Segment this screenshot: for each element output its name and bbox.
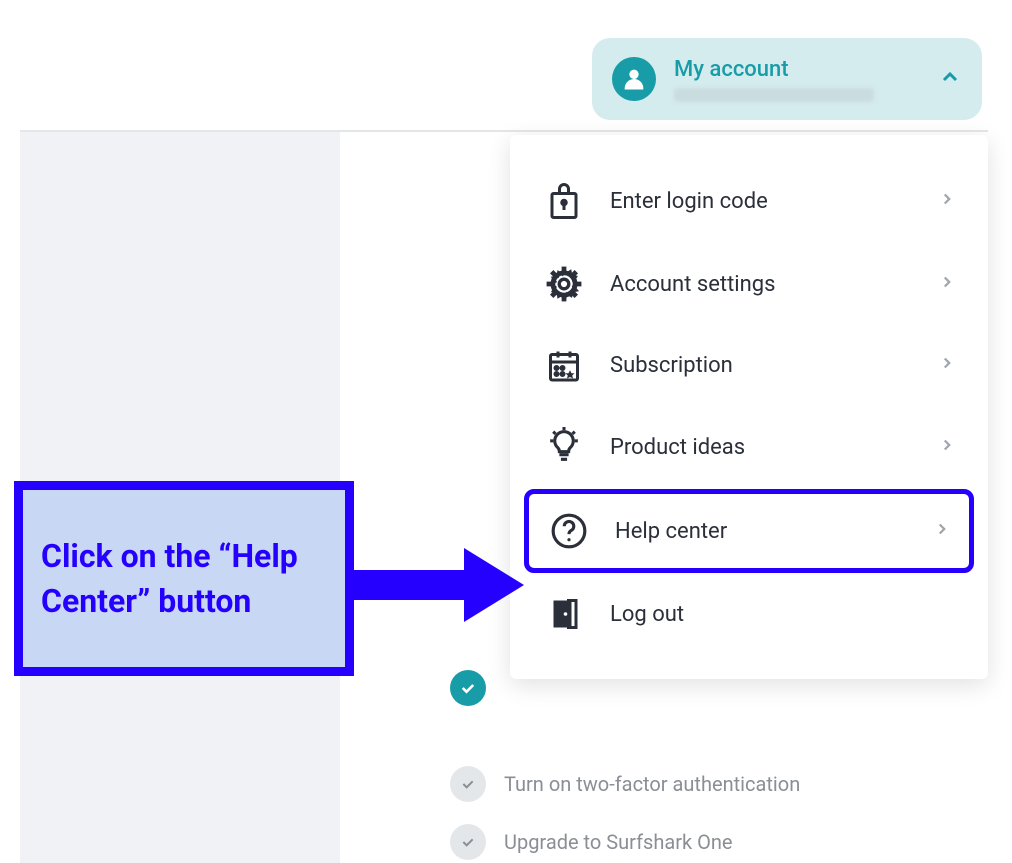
chevron-up-icon — [938, 65, 962, 93]
my-account-button[interactable]: My account — [592, 38, 982, 120]
account-title: My account — [674, 57, 938, 82]
instruction-callout: Click on the “Help Center” button — [14, 481, 354, 676]
checklist-label: Upgrade to Surfshark One — [504, 830, 733, 854]
check-todo-icon — [450, 824, 486, 860]
menu-item-help-center[interactable]: Help center — [524, 489, 974, 573]
menu-item-enter-login-code[interactable]: Enter login code — [510, 159, 988, 243]
checklist-item-done — [450, 670, 504, 706]
callout-text: Click on the “Help Center” button — [41, 534, 327, 624]
chevron-right-icon — [938, 273, 956, 295]
menu-item-product-ideas[interactable]: Product ideas — [510, 405, 988, 489]
checklist-item-twofactor[interactable]: Turn on two-factor authentication — [450, 766, 800, 802]
question-icon — [547, 512, 591, 550]
checklist-item-upgrade[interactable]: Upgrade to Surfshark One — [450, 824, 733, 860]
check-todo-icon — [450, 766, 486, 802]
menu-label: Enter login code — [610, 189, 938, 214]
menu-item-log-out[interactable]: Log out — [510, 573, 988, 655]
menu-label: Subscription — [610, 353, 938, 378]
account-text-block: My account — [674, 57, 938, 102]
chevron-right-icon — [938, 436, 956, 458]
chevron-right-icon — [933, 520, 951, 542]
menu-label: Log out — [610, 602, 956, 627]
chevron-right-icon — [938, 354, 956, 376]
calendar-icon — [542, 347, 586, 383]
checklist-label: Turn on two-factor authentication — [504, 772, 800, 796]
logout-icon — [542, 595, 586, 633]
lock-icon — [542, 181, 586, 221]
menu-label: Account settings — [610, 272, 938, 297]
menu-label: Help center — [615, 519, 933, 544]
arrow-icon — [354, 548, 524, 626]
divider — [20, 130, 988, 132]
menu-label: Product ideas — [610, 435, 938, 460]
gear-icon — [542, 265, 586, 303]
avatar-icon — [612, 57, 656, 101]
chevron-right-icon — [938, 190, 956, 212]
menu-item-account-settings[interactable]: Account settings — [510, 243, 988, 325]
check-done-icon — [450, 670, 486, 706]
menu-item-subscription[interactable]: Subscription — [510, 325, 988, 405]
account-email-redacted — [674, 88, 874, 102]
account-dropdown-menu: Enter login code — [510, 135, 988, 679]
lightbulb-icon — [542, 427, 586, 467]
